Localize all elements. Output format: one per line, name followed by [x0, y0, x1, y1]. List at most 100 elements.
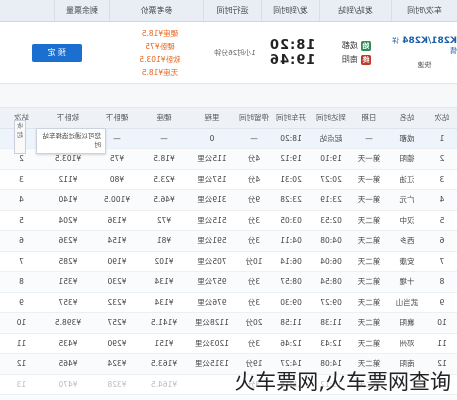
- stop-cell: 安康: [387, 251, 427, 272]
- stop-cell: 第二天: [351, 230, 387, 251]
- stop-cell: 3分: [237, 210, 271, 231]
- stop-cell: ¥257: [93, 312, 141, 333]
- price-hard-seat: 硬座¥18.5: [141, 28, 179, 38]
- stop-cell: ¥328: [93, 374, 141, 395]
- train-number-link[interactable]: K281/K284 详情: [392, 36, 457, 56]
- stop-cell: ¥398.5: [43, 312, 93, 333]
- stop-cell: 515公里: [187, 210, 237, 231]
- stop-cell: ¥164.5: [141, 374, 187, 395]
- stop-cell: 德阳: [387, 148, 427, 169]
- stop-cell: ¥102: [141, 251, 187, 272]
- prices-cell: 硬座¥18.5 硬卧¥75 软卧¥103.5 无座¥18.5: [114, 22, 207, 84]
- to-station: 南阳: [341, 54, 358, 64]
- stop-column-header: 硬座: [141, 108, 187, 128]
- stop-cell: 3分: [237, 292, 271, 313]
- stop-cell: 2: [427, 148, 457, 169]
- stop-cell: 4: [0, 189, 43, 210]
- stop-row: 4 广元 第一天 23:19 23:28 9分 319公里 ¥46.5 ¥100.5 ¥140 4: [0, 189, 457, 210]
- stop-cell: ¥190: [93, 251, 141, 272]
- stop-cell: 第一天: [351, 189, 387, 210]
- stop-cell: 6: [427, 230, 457, 251]
- stop-cell: 成都: [387, 128, 427, 149]
- stop-cell: 第二天: [351, 312, 387, 333]
- stop-cell: ¥134: [141, 271, 187, 292]
- stop-cell: 08:57: [271, 271, 311, 292]
- stop-cell: ¥112: [43, 169, 93, 190]
- stop-cell: 09:27: [311, 292, 351, 313]
- stop-cell: 武当山: [387, 292, 427, 313]
- stop-cell: 18:20: [271, 128, 311, 149]
- stop-cell: ¥324: [93, 353, 141, 374]
- header-col: 车次/时间: [391, 0, 457, 21]
- stop-row: 7 安康 第二天 06:04 06:14 10分 705公里 ¥102 ¥190 ¥285 7: [0, 251, 457, 272]
- stop-cell: ¥290: [93, 333, 141, 354]
- stop-column-header: 站名: [387, 108, 427, 128]
- stop-cell: 8: [0, 271, 43, 292]
- stop-cell: 第一天: [351, 169, 387, 190]
- stop-cell: 8: [427, 271, 457, 292]
- stop-row: 5 汉中 第二天 02:53 03:05 3分 515公里 ¥72 ¥136 ¥204 5: [0, 210, 457, 231]
- results-header: 车次/时间 发站/到站 发/到时间 运行时间 参考票价 剩余票量: [0, 0, 457, 22]
- stop-cell: 115公里: [187, 148, 237, 169]
- header-col: 发站/到站: [319, 0, 391, 21]
- stop-cell: ¥136: [93, 210, 141, 231]
- stop-cell: 157公里: [187, 169, 237, 190]
- book-cell: 预 定: [0, 22, 114, 84]
- stop-cell: 第二天: [351, 271, 387, 292]
- stop-cell: [187, 394, 237, 400]
- stop-column-header: 开车时间: [271, 108, 311, 128]
- header-col: 发/到时间: [261, 0, 319, 21]
- stop-cell: 04:11: [271, 230, 311, 251]
- stop-cell: 06:14: [271, 251, 311, 272]
- stop-cell: 襄阳: [387, 312, 427, 333]
- stop-cell: ¥72: [141, 210, 187, 231]
- stop-cell: 11: [0, 333, 43, 354]
- depart-time: 18:20: [268, 37, 316, 53]
- stop-cell: 23:28: [271, 189, 311, 210]
- station-tooltip: 您可以通过选择车站时: [36, 128, 106, 154]
- collapse-label: 起: [17, 132, 24, 139]
- stop-cell: 19:10: [311, 148, 351, 169]
- stop-cell: 20:27: [311, 169, 351, 190]
- stop-cell: 03:05: [271, 210, 311, 231]
- stop-cell: 12: [0, 353, 43, 374]
- stop-cell: ¥134: [141, 292, 187, 313]
- stop-cell: 5: [427, 210, 457, 231]
- stop-cell: 4分: [237, 148, 271, 169]
- stop-cell: 10分: [237, 251, 271, 272]
- stop-cell: ¥169: [141, 394, 187, 400]
- stop-cell: ¥285: [43, 251, 93, 272]
- stop-cell: 西乡: [387, 230, 427, 251]
- stop-cell: —: [351, 128, 387, 149]
- stop-cell: ¥332: [93, 394, 141, 400]
- stop-cell: 08:54: [311, 271, 351, 292]
- collapse-toggle[interactable]: 收 起: [14, 120, 26, 154]
- stop-cell: 09:30: [271, 292, 311, 313]
- price-no-seat: 无座¥18.5: [141, 67, 179, 77]
- stop-cell: —: [237, 128, 271, 149]
- stop-cell: ¥163.5: [141, 353, 187, 374]
- stop-row: 10 襄阳 第二天 11:38 11:58 20分 1128公里 ¥141.5 ¥257 ¥398…: [0, 312, 457, 333]
- stop-cell: ¥141.5: [141, 312, 187, 333]
- stop-cell: 11: [427, 333, 457, 354]
- stop-cell: 10: [427, 312, 457, 333]
- header-col: 运行时间: [203, 0, 261, 21]
- mirrored-page: 车次/时间 发站/到站 发/到时间 运行时间 参考票价 剩余票量 K281/K2…: [0, 0, 457, 400]
- stop-cell: 591公里: [187, 230, 237, 251]
- stop-cell: —: [141, 128, 187, 149]
- stop-column-header: 到达时间: [311, 108, 351, 128]
- train-result-row[interactable]: K281/K284 详情 快速 始成都 终南阳 18:20 19:46 1小时2…: [0, 22, 457, 84]
- stop-cell: ¥357: [43, 292, 93, 313]
- stop-cell: 7: [427, 251, 457, 272]
- watermark: 火车票网,火车票网查询: [234, 370, 451, 394]
- collapse-label: 收: [17, 123, 24, 130]
- stop-cell: ¥204: [43, 210, 93, 231]
- stop-cell: ¥435: [43, 333, 93, 354]
- stop-cell: 957公里: [187, 271, 237, 292]
- stop-row: 9 武当山 第二天 09:27 09:30 3分 976公里 ¥134 ¥232 ¥357 9: [0, 292, 457, 313]
- stop-cell: 14: [0, 394, 43, 400]
- stop-column-header: 硬卧下: [93, 108, 141, 128]
- stop-cell: 江油: [387, 169, 427, 190]
- book-button[interactable]: 预 定: [31, 43, 82, 62]
- stop-cell: ¥80: [93, 169, 141, 190]
